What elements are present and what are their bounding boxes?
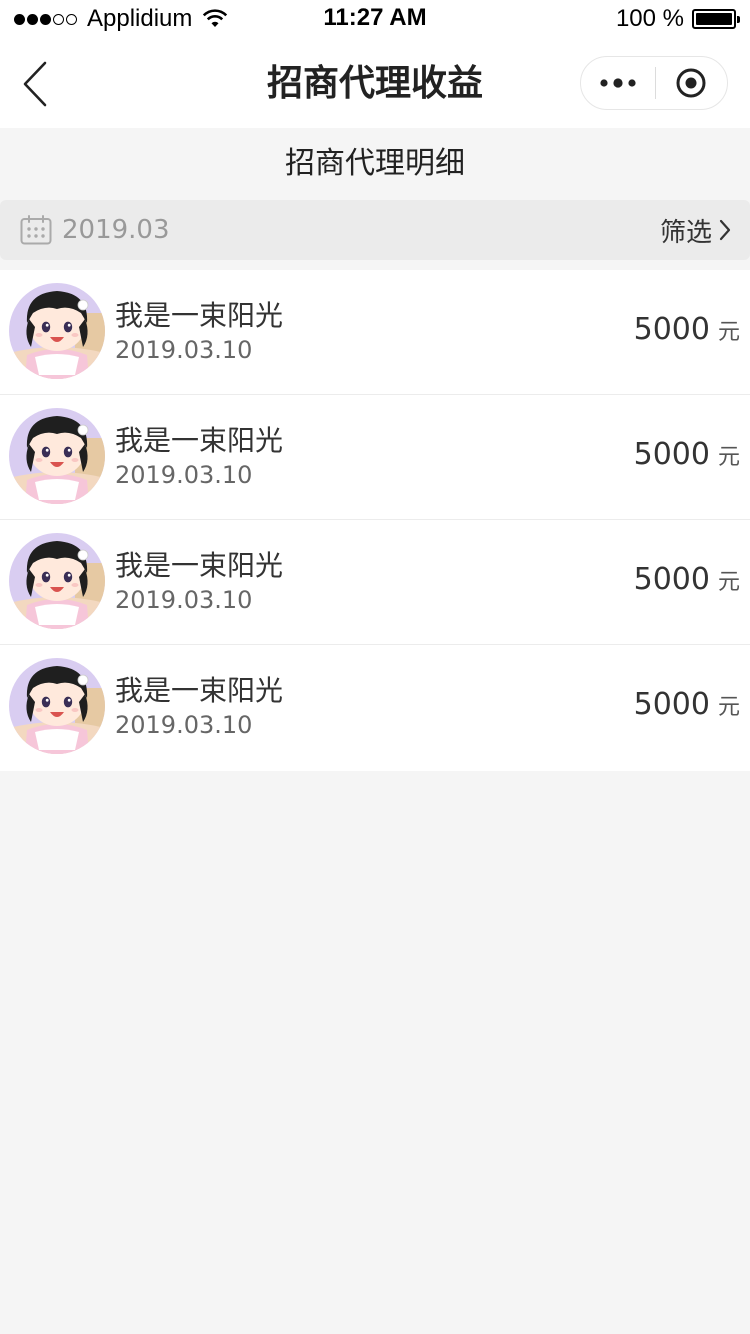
avatar <box>9 658 105 754</box>
avatar <box>9 283 105 379</box>
section-title: 招商代理明细 <box>0 128 750 200</box>
record-amount: 5000 元 <box>634 562 740 597</box>
chevron-right-icon <box>719 219 731 241</box>
filter-label: 筛选 <box>659 217 712 248</box>
more-dots-icon <box>600 78 636 88</box>
record-date: 2019.03.10 <box>115 586 253 614</box>
record-amount: 5000 元 <box>634 437 740 472</box>
amount-value: 5000 <box>633 687 710 722</box>
amount-unit: 元 <box>717 570 740 595</box>
close-button[interactable] <box>656 57 728 109</box>
date-picker[interactable]: 2019.03 <box>20 200 170 260</box>
battery-icon <box>692 9 740 29</box>
back-button[interactable] <box>10 56 60 112</box>
amount-value: 5000 <box>633 437 710 472</box>
record-amount: 5000 元 <box>634 687 740 722</box>
status-bar: Applidium 11:27 AM 100 % <box>0 0 750 40</box>
record-amount: 5000 元 <box>634 312 740 347</box>
signal-dots-icon <box>14 13 79 25</box>
amount-value: 5000 <box>633 312 710 347</box>
amount-unit: 元 <box>717 445 740 470</box>
list-item[interactable]: 我是一束阳光 2019.03.10 5000 元 <box>0 270 750 395</box>
more-button[interactable] <box>581 57 655 109</box>
nav-bar: 招商代理收益 <box>0 40 750 128</box>
list-item[interactable]: 我是一束阳光 2019.03.10 5000 元 <box>0 395 750 520</box>
amount-unit: 元 <box>717 695 740 720</box>
avatar <box>9 408 105 504</box>
list-item[interactable]: 我是一束阳光 2019.03.10 5000 元 <box>0 520 750 645</box>
amount-value: 5000 <box>633 562 710 597</box>
record-name: 我是一束阳光 <box>115 674 284 707</box>
record-name: 我是一束阳光 <box>115 299 284 332</box>
status-right: 100 % <box>615 5 740 32</box>
battery-percent: 100 % <box>615 5 684 32</box>
record-list: 我是一束阳光 2019.03.10 5000 元 我是一束阳光 2019.03.… <box>0 270 750 771</box>
close-target-icon <box>676 68 706 98</box>
amount-unit: 元 <box>717 320 740 345</box>
filter-button[interactable]: 筛选 <box>660 200 732 260</box>
carrier-name: Applidium <box>87 5 193 32</box>
record-date: 2019.03.10 <box>115 711 253 739</box>
menu-capsule <box>580 56 728 110</box>
status-left: Applidium <box>14 5 228 32</box>
wifi-icon <box>203 9 228 27</box>
selected-date: 2019.03 <box>62 215 170 245</box>
record-name: 我是一束阳光 <box>115 424 284 457</box>
filter-bar: 2019.03 筛选 <box>0 200 750 260</box>
back-chevron-icon <box>23 61 47 107</box>
record-date: 2019.03.10 <box>115 336 253 364</box>
avatar <box>9 533 105 629</box>
calendar-icon <box>20 215 52 245</box>
record-date: 2019.03.10 <box>115 461 253 489</box>
list-item[interactable]: 我是一束阳光 2019.03.10 5000 元 <box>0 645 750 771</box>
record-name: 我是一束阳光 <box>115 549 284 582</box>
